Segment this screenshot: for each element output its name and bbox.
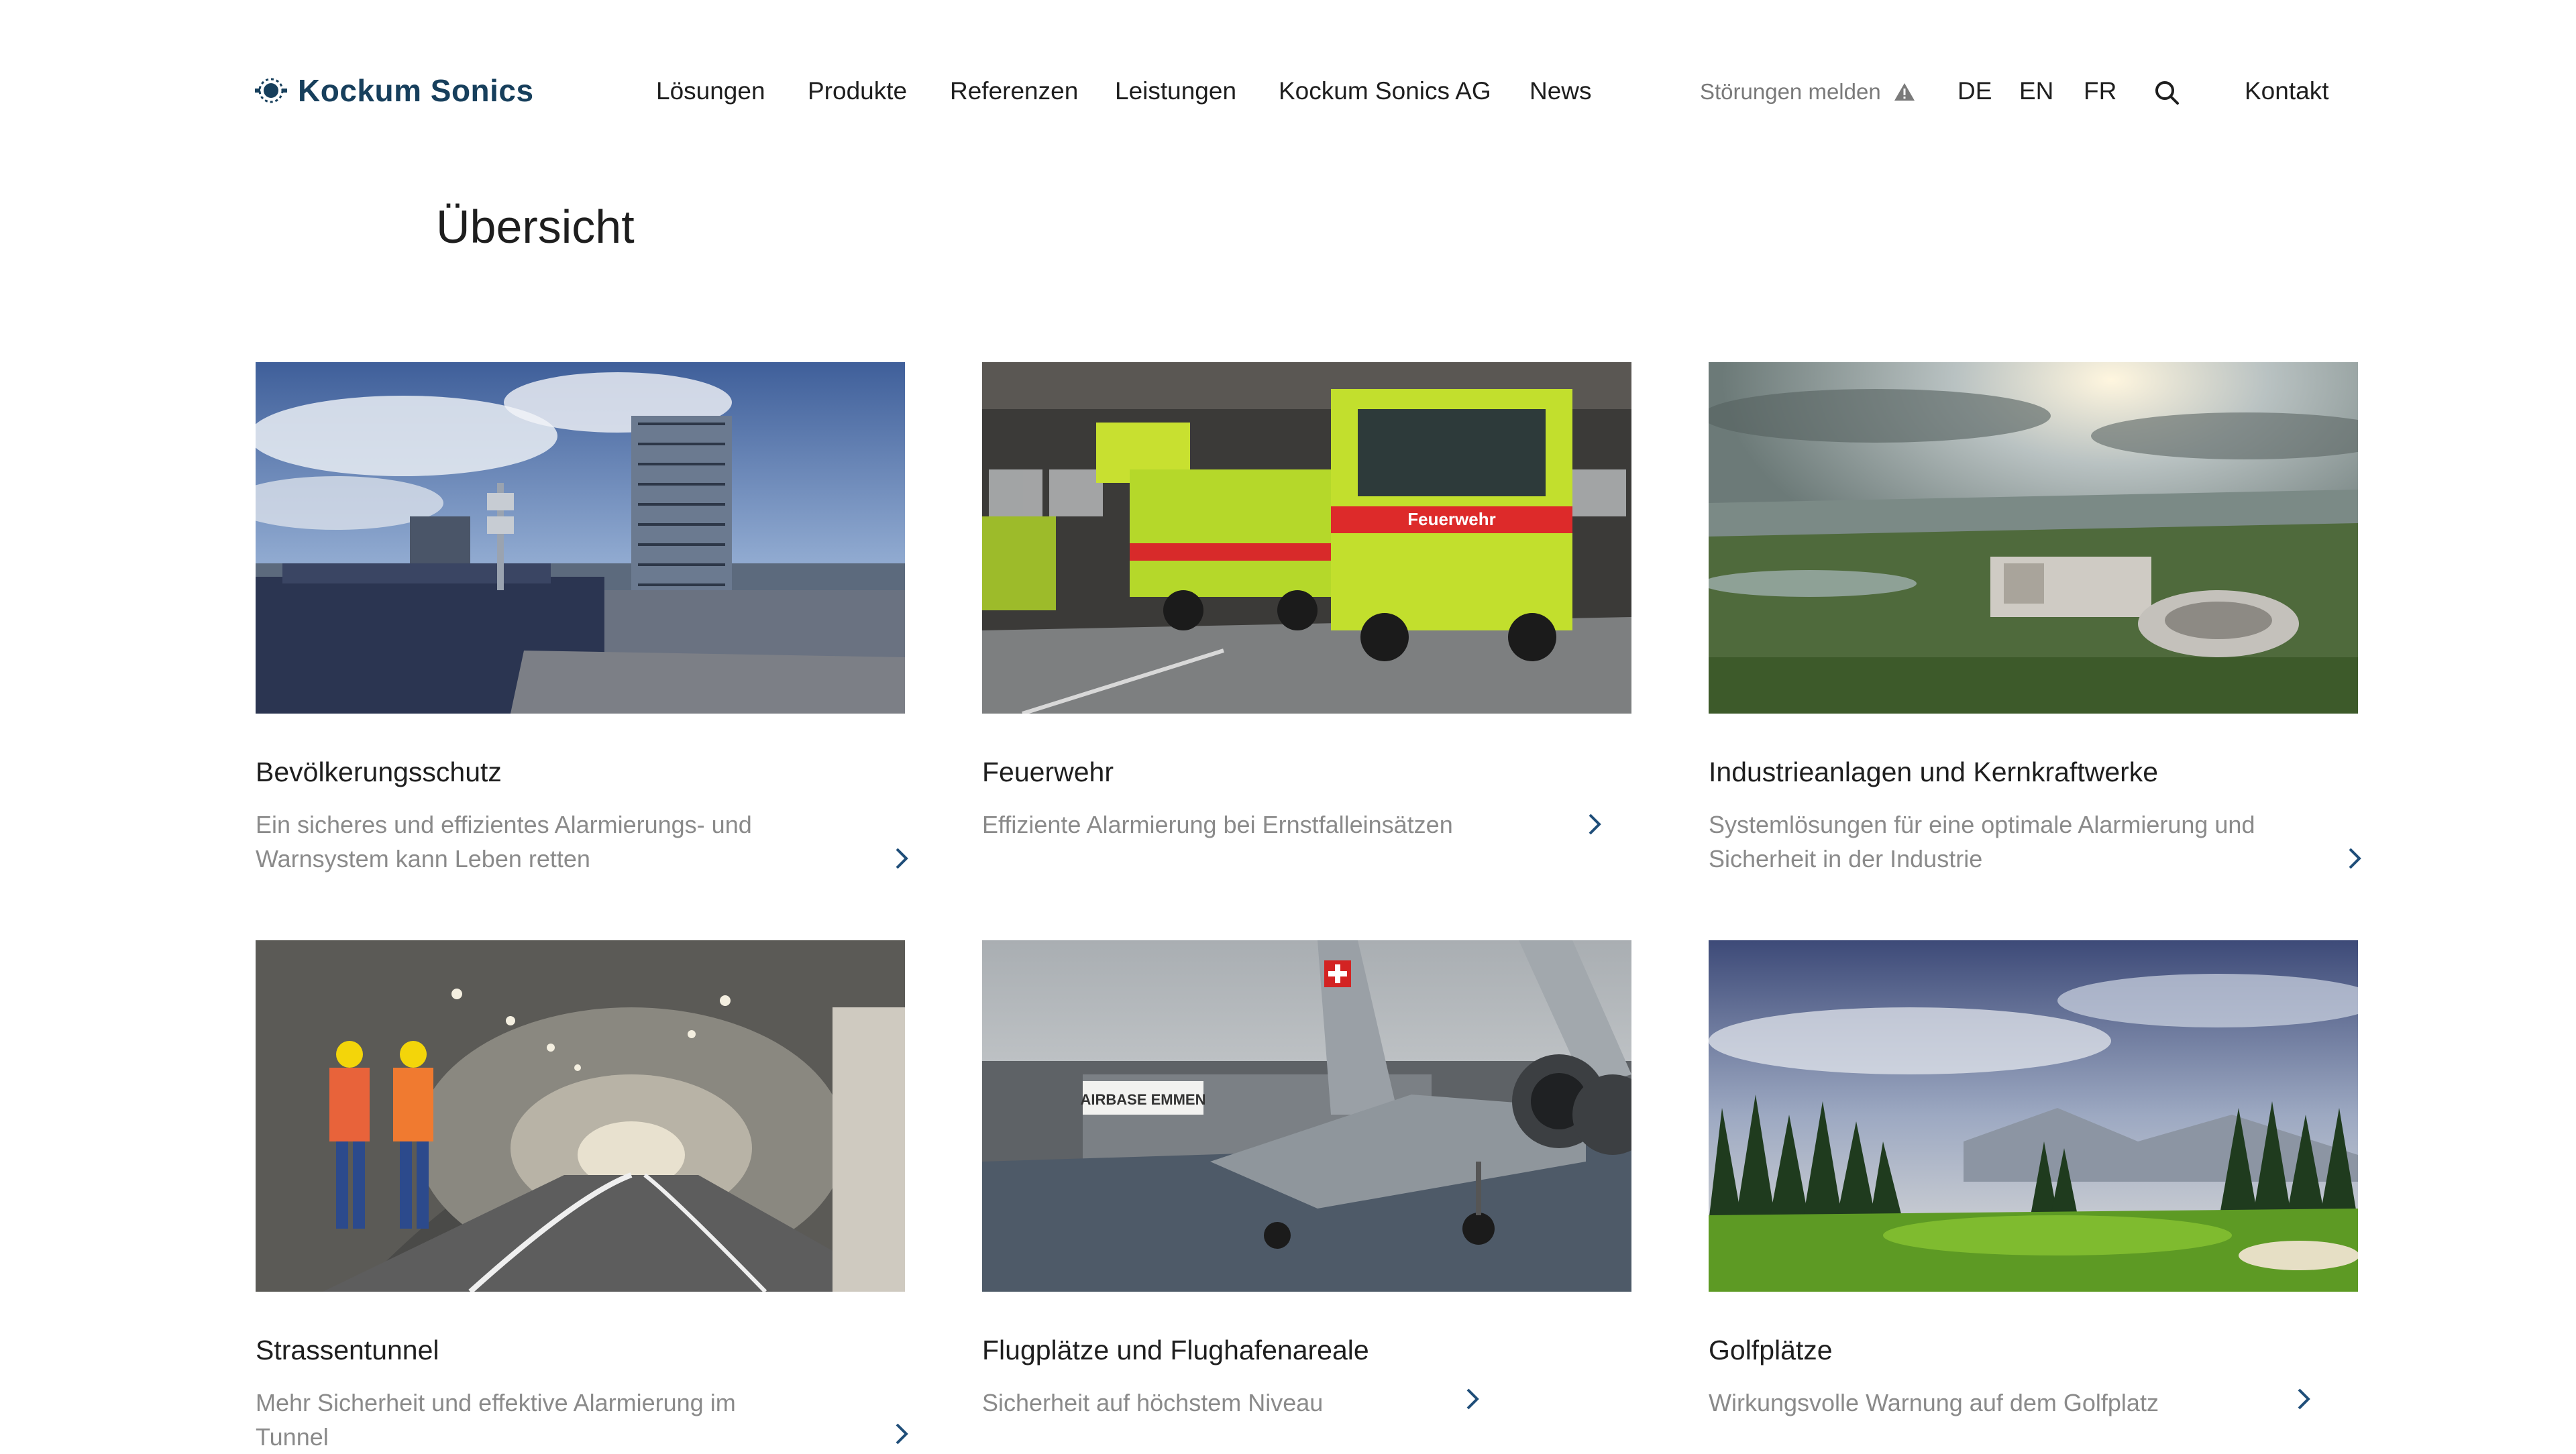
card-bevoelkerungsschutz: Bevölkerungsschutz Ein sicheres und effi… [256, 362, 908, 873]
report-fault-link[interactable]: Störungen melden [1700, 79, 1916, 105]
fighter-jet-airbase-photo: AIRBASE EMMEN [982, 940, 1631, 1292]
card-description: Effiziente Alarmierung bei Ernstfalleins… [982, 811, 1453, 838]
site-header: Kockum Sonics Lösungen Produkte Referenz… [0, 0, 2576, 188]
contact-link[interactable]: Kontakt [2245, 77, 2328, 105]
card-description: Sicherheit auf höchstem Niveau [982, 1389, 1324, 1416]
card-title[interactable]: Strassentunnel [256, 1335, 439, 1366]
chevron-right-icon[interactable] [890, 1420, 913, 1447]
card-image[interactable] [256, 940, 905, 1292]
card-description: Ein sicheres und effizientes Alarmierung… [256, 811, 752, 873]
search-icon[interactable] [2153, 79, 2180, 106]
card-title[interactable]: Golfplätze [1709, 1335, 1833, 1366]
chevron-right-icon[interactable] [1461, 1386, 1484, 1412]
card-flugplaetze: AIRBASE EMMEN Flugplätze und Flughafenar… [982, 940, 1631, 1416]
card-description: Systemlösungen für eine optimale Alarmie… [1709, 811, 2255, 873]
report-fault-label: Störungen melden [1700, 79, 1881, 104]
card-industrieanlagen: Industrieanlagen und Kernkraftwerke Syst… [1709, 362, 2361, 873]
card-image[interactable] [1709, 940, 2358, 1292]
chevron-right-icon[interactable] [1583, 811, 1606, 838]
road-tunnel-workers-photo [256, 940, 905, 1292]
nav-item-leistungen[interactable]: Leistungen [1115, 77, 1236, 105]
card-feuerwehr: Feuerwehr Feuerwehr Effiziente Alarmieru… [982, 362, 1631, 838]
card-golfplaetze: Golfplätze Wirkungsvolle Warnung auf dem… [1709, 940, 2358, 1416]
card-description: Mehr Sicherheit und effektive Alarmierun… [256, 1389, 736, 1451]
card-title[interactable]: Flugplätze und Flughafenareale [982, 1335, 1369, 1366]
nav-item-loesungen[interactable]: Lösungen [656, 77, 765, 105]
chevron-right-icon[interactable] [890, 845, 913, 872]
logo-text: Kockum Sonics [298, 73, 534, 108]
nav-item-news[interactable]: News [1529, 77, 1592, 105]
golf-course-photo [1709, 940, 2358, 1292]
city-siren-rooftop-photo [256, 362, 905, 714]
nav-item-referenzen[interactable]: Referenzen [950, 77, 1078, 105]
chevron-right-icon[interactable] [2292, 1386, 2315, 1412]
card-description: Wirkungsvolle Warnung auf dem Golfplatz [1709, 1389, 2159, 1416]
logo-mark-icon [255, 78, 287, 103]
lang-fr[interactable]: FR [2084, 77, 2116, 105]
card-title[interactable]: Feuerwehr [982, 757, 1114, 788]
card-image[interactable] [256, 362, 905, 714]
card-image[interactable]: Feuerwehr [982, 362, 1631, 714]
card-title[interactable]: Industrieanlagen und Kernkraftwerke [1709, 757, 2158, 788]
industrial-plant-aerial-photo [1709, 362, 2358, 714]
card-strassentunnel: Strassentunnel Mehr Sicherheit und effek… [256, 940, 908, 1451]
chevron-right-icon[interactable] [2343, 845, 2366, 872]
warning-icon [1894, 83, 1915, 101]
fire-trucks-photo: Feuerwehr [982, 362, 1631, 714]
nav-item-produkte[interactable]: Produkte [808, 77, 907, 105]
truck-label: Feuerwehr [1407, 509, 1496, 529]
lang-en[interactable]: EN [2019, 77, 2053, 105]
card-title[interactable]: Bevölkerungsschutz [256, 757, 502, 788]
nav-item-kockum-sonics-ag[interactable]: Kockum Sonics AG [1279, 77, 1491, 105]
card-image[interactable]: AIRBASE EMMEN [982, 940, 1631, 1292]
hangar-sign: AIRBASE EMMEN [1080, 1091, 1205, 1108]
page-title: Übersicht [436, 201, 635, 253]
lang-de[interactable]: DE [1957, 77, 1992, 105]
card-image[interactable] [1709, 362, 2358, 714]
site-logo[interactable]: Kockum Sonics [254, 72, 534, 109]
